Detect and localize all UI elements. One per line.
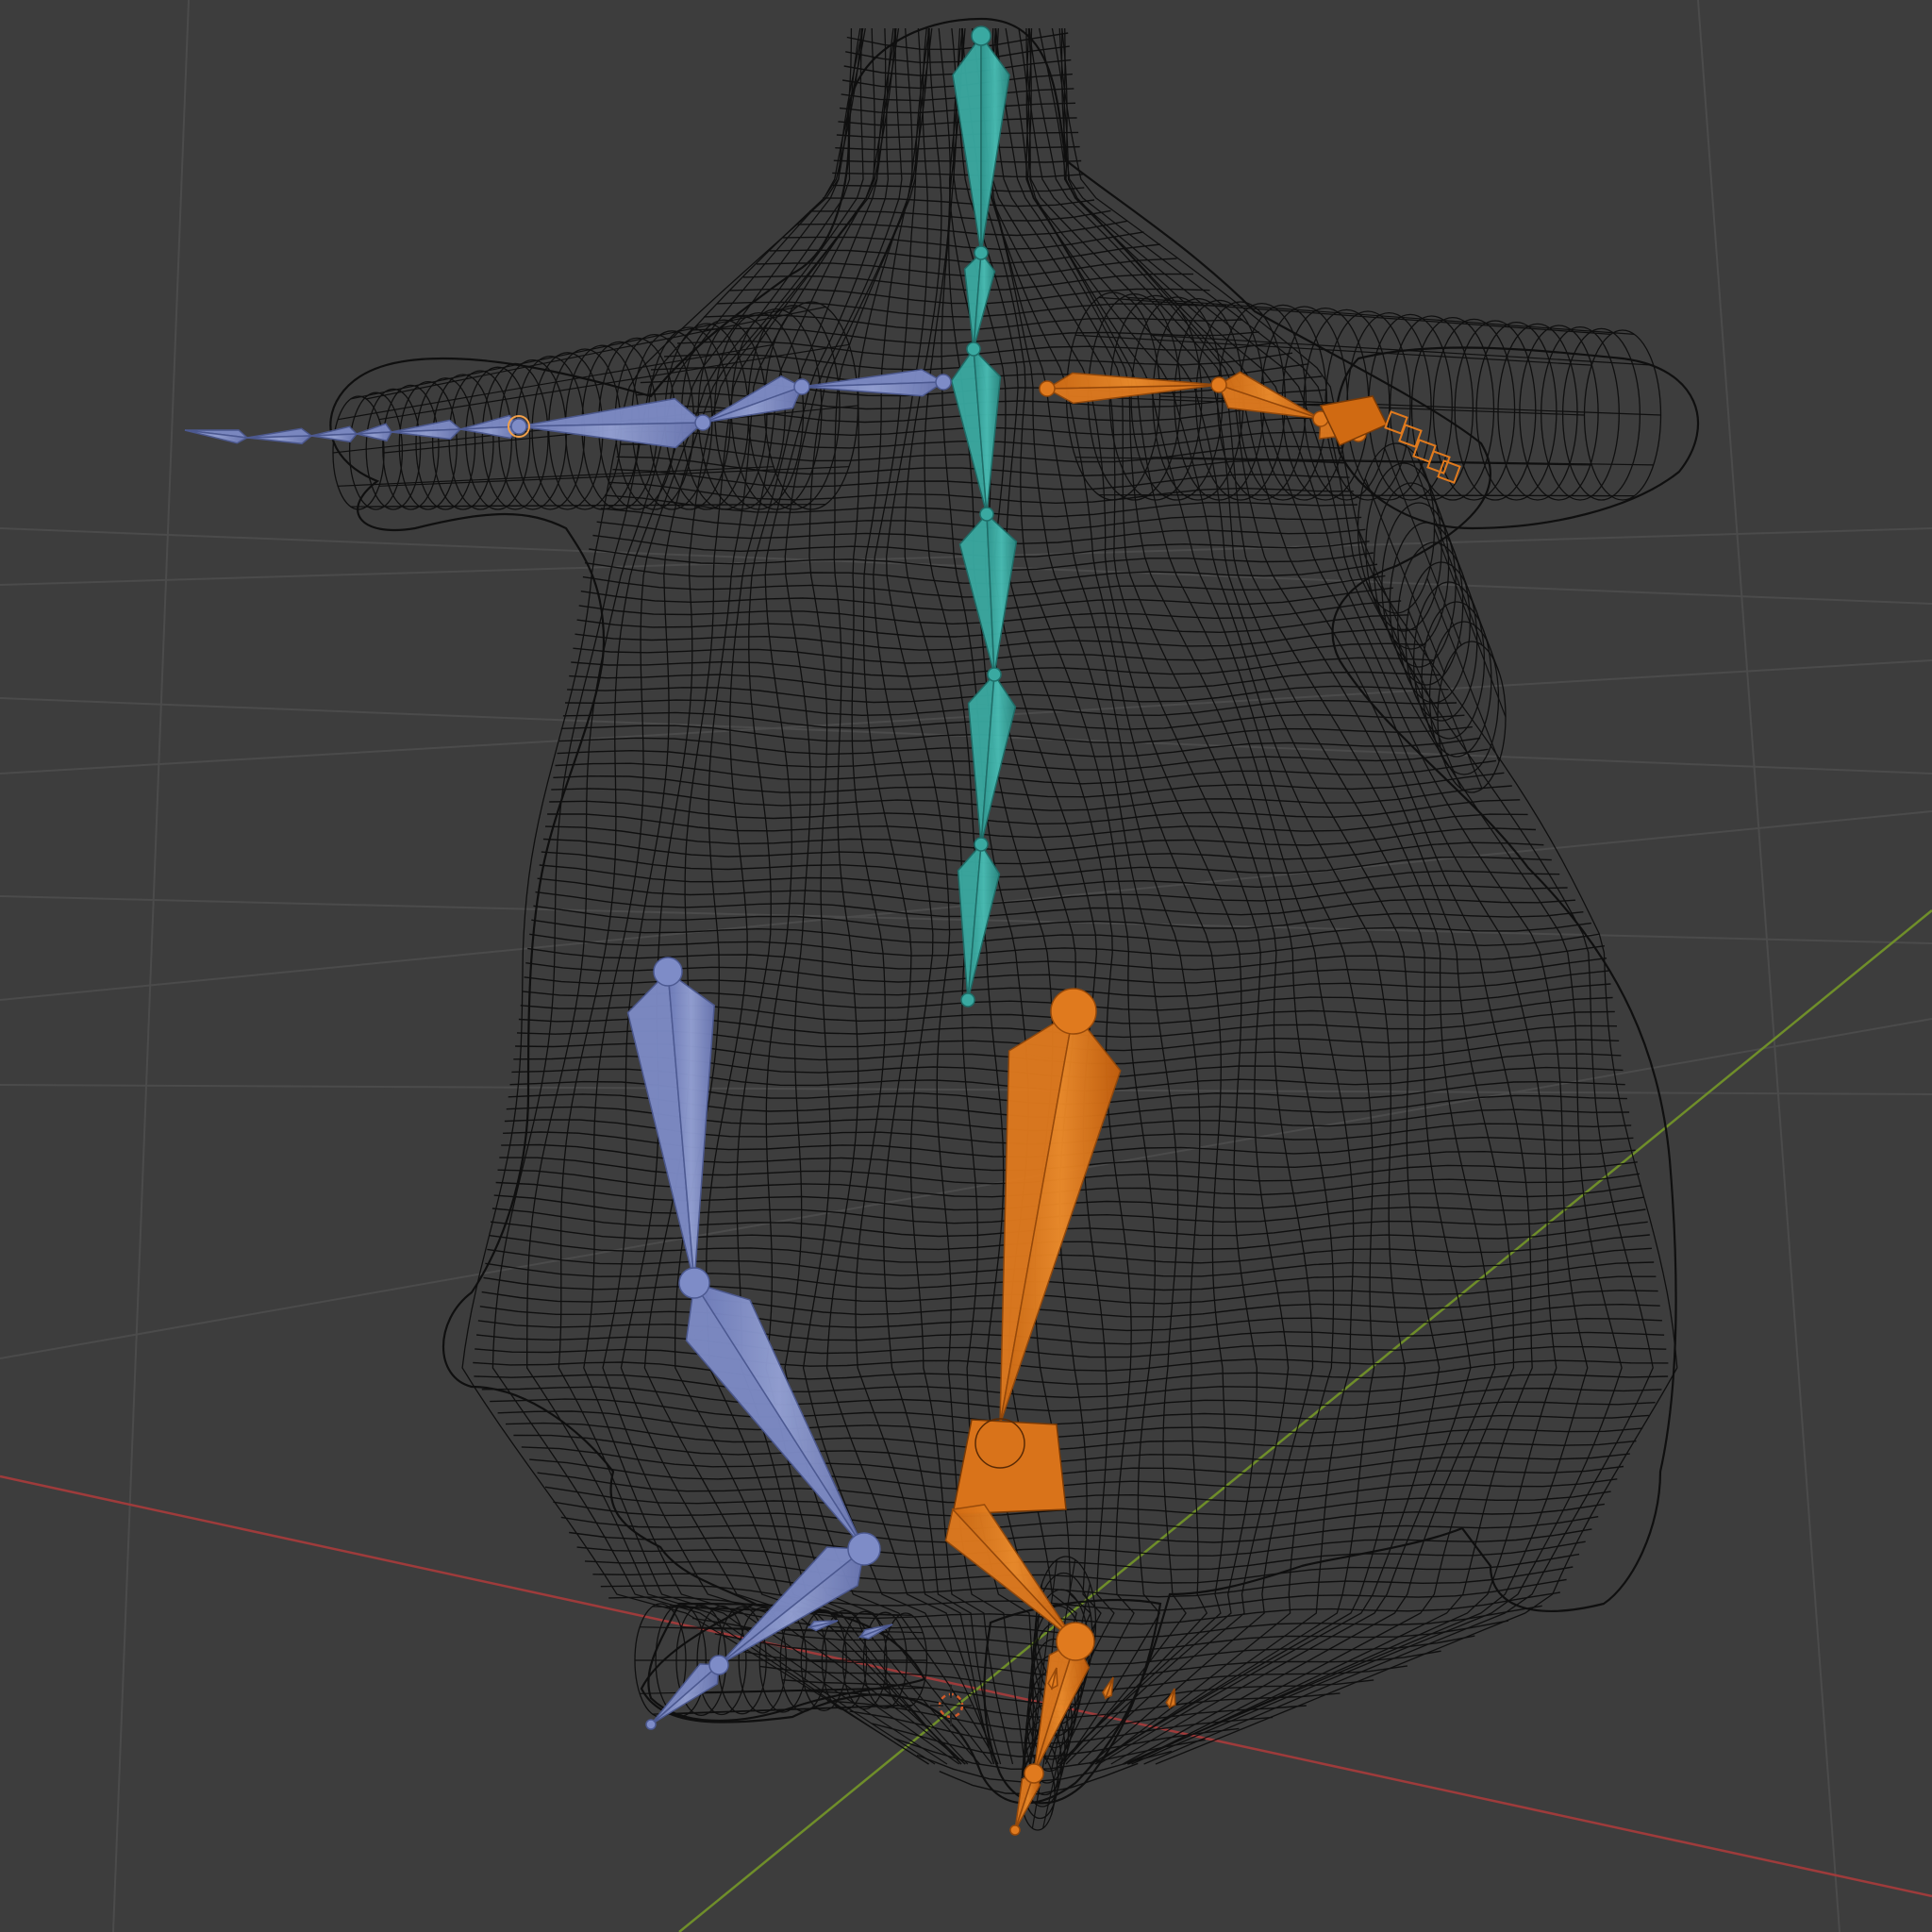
mesh-edge-loop bbox=[513, 1434, 1637, 1465]
mesh-edge-loop bbox=[584, 1553, 1580, 1584]
mesh-edge-loop bbox=[782, 231, 1144, 251]
left-shin-bone-facet-b bbox=[692, 1281, 865, 1550]
left-leg-joint[interactable] bbox=[847, 1532, 881, 1566]
mesh-edge-loop bbox=[571, 657, 1433, 677]
mesh-edge-loop bbox=[832, 172, 1083, 178]
chest-bone[interactable] bbox=[950, 346, 1002, 515]
mesh-fold-line bbox=[1025, 27, 1472, 1765]
spine-joint[interactable] bbox=[974, 245, 989, 260]
left-arm-joint[interactable] bbox=[793, 378, 810, 395]
viewport-scene[interactable] bbox=[0, 0, 1932, 1932]
mesh-edge-loop bbox=[555, 759, 1497, 785]
left-leg-joint[interactable] bbox=[678, 1267, 710, 1299]
right-leg-joint[interactable] bbox=[1056, 1622, 1095, 1661]
spine-joint[interactable] bbox=[987, 667, 1002, 682]
mesh-edge-loop bbox=[479, 1303, 1660, 1332]
spine-joint[interactable] bbox=[974, 837, 989, 852]
left-arm-joint[interactable] bbox=[935, 374, 952, 391]
left-arm-joint[interactable] bbox=[510, 418, 527, 435]
mesh-edge-loop bbox=[833, 159, 1082, 163]
mesh-edge-loop bbox=[475, 1345, 1667, 1372]
left-arm-joint[interactable] bbox=[694, 414, 711, 431]
mesh-edge-loop bbox=[473, 1359, 1669, 1385]
left-forearm-bone[interactable] bbox=[518, 397, 705, 449]
mesh-outline bbox=[1334, 346, 1700, 530]
right-arm-joint[interactable] bbox=[1210, 376, 1227, 393]
left-leg-joint[interactable] bbox=[708, 1655, 729, 1675]
spine-joint[interactable] bbox=[979, 507, 994, 522]
spine-joint[interactable] bbox=[960, 992, 975, 1008]
left-finger-3-bone[interactable] bbox=[310, 425, 358, 443]
right-toe-small-bone-2[interactable] bbox=[1102, 1676, 1114, 1700]
right-toe-small-bone-3[interactable] bbox=[1165, 1688, 1176, 1709]
mesh-edge-loop bbox=[527, 945, 1605, 971]
mesh-edge-loop bbox=[549, 799, 1521, 825]
spine-joint[interactable] bbox=[971, 25, 991, 46]
right-sleeve-mesh bbox=[1098, 493, 1611, 497]
left-leg-joint[interactable] bbox=[645, 1719, 657, 1730]
mesh-edge-loop bbox=[569, 1528, 1592, 1557]
y-axis-line bbox=[678, 909, 1932, 1932]
left-thigh-bone[interactable] bbox=[626, 970, 715, 1284]
right-knee-block bbox=[952, 1419, 1067, 1515]
mesh-edge-loop bbox=[553, 772, 1505, 798]
mesh-fold-line bbox=[491, 27, 929, 1765]
left-hand-bone[interactable] bbox=[459, 414, 521, 440]
mesh-edge-loop bbox=[835, 145, 1080, 151]
left-shin-bone[interactable] bbox=[685, 1280, 865, 1550]
right-leg-joint[interactable] bbox=[1024, 1763, 1044, 1784]
spine-joint[interactable] bbox=[966, 341, 981, 357]
left-finger-2-bone[interactable] bbox=[356, 423, 393, 442]
right-drape-mesh bbox=[1407, 447, 1483, 646]
spine-upper-bone[interactable] bbox=[958, 512, 1018, 675]
right-thigh-bone[interactable] bbox=[999, 1009, 1122, 1425]
mesh-edge-loop bbox=[533, 905, 1584, 931]
left-leg-joint[interactable] bbox=[653, 957, 683, 987]
mesh-edge-loop bbox=[846, 32, 1069, 51]
right-sleeve-mesh bbox=[1074, 457, 1592, 466]
mesh-edge-loop bbox=[553, 1501, 1606, 1530]
mesh-edge-loop bbox=[497, 1410, 1649, 1439]
right-knee-bone[interactable] bbox=[952, 1418, 1067, 1515]
3d-viewport[interactable] bbox=[0, 0, 1932, 1932]
left-finger-2-bone-facet-b bbox=[356, 431, 393, 442]
right-arm-joint[interactable] bbox=[1039, 380, 1056, 397]
right-leg-joint[interactable] bbox=[1050, 988, 1097, 1035]
right-sleeve-mesh bbox=[1150, 334, 1654, 366]
mesh-fold-line bbox=[1028, 27, 1515, 1765]
right-leg-joint[interactable] bbox=[1009, 1824, 1021, 1836]
mesh-edge-loop bbox=[836, 131, 1079, 139]
left-shin-bone-facet-a bbox=[685, 1280, 865, 1550]
left-finger-4-bone-facet-b bbox=[246, 435, 314, 445]
mesh-edge-loop bbox=[505, 1422, 1643, 1452]
3d-cursor-icon[interactable] bbox=[930, 1685, 972, 1726]
left-forearm-bone-facet-b bbox=[518, 422, 705, 449]
left-toe-small-bone-1[interactable] bbox=[807, 1620, 839, 1632]
left-finger-5-bone[interactable] bbox=[184, 429, 250, 444]
mesh-edge-loop bbox=[481, 1290, 1658, 1318]
head-bone-facet-a bbox=[952, 33, 982, 254]
right-sleeve-mesh bbox=[1098, 296, 1611, 335]
left-finger-4-bone[interactable] bbox=[246, 427, 314, 445]
neck-bone[interactable] bbox=[963, 250, 996, 350]
mesh-edge-loop bbox=[544, 825, 1537, 852]
